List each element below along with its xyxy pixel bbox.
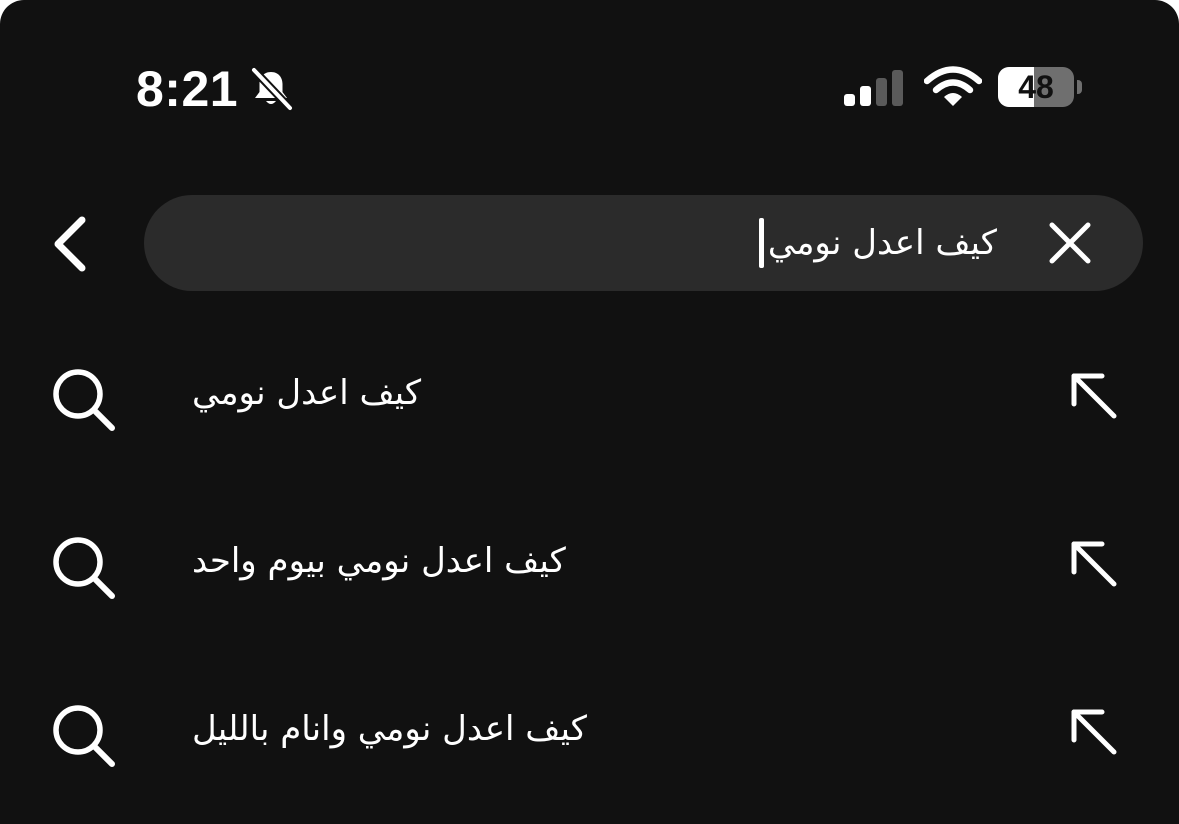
search-input[interactable]: كيف اعدل نومي (144, 195, 1143, 291)
search-icon (53, 537, 115, 599)
suggestion-text: كيف اعدل نومي (192, 373, 422, 413)
battery-indicator: 48 (998, 67, 1084, 109)
battery-percent: 48 (1018, 69, 1054, 105)
arrow-up-left-icon[interactable] (1068, 706, 1120, 758)
suggestion-text: كيف اعدل نومي بيوم واحد (192, 541, 566, 581)
suggestion-item[interactable]: كيف اعدل نومي بيوم واحد (0, 501, 1179, 621)
arrow-up-left-icon[interactable] (1068, 370, 1120, 422)
text-cursor (758, 218, 764, 268)
clear-search-button[interactable] (1044, 217, 1096, 269)
wifi-icon (924, 66, 982, 106)
arrow-up-left-icon[interactable] (1068, 538, 1120, 590)
search-query: كيف اعدل نومي (767, 223, 997, 263)
cellular-signal-icon (844, 70, 903, 106)
status-time: 8:21 (136, 61, 239, 117)
suggestion-item[interactable]: كيف اعدل نومي وانام بالليل (0, 669, 1179, 789)
search-icon (53, 369, 115, 431)
search-icon (53, 705, 115, 767)
suggestion-item[interactable]: كيف اعدل نومي (0, 333, 1179, 453)
search-input-content: كيف اعدل نومي (758, 195, 997, 291)
bell-slash-icon (250, 66, 294, 112)
battery-cap (1077, 80, 1082, 94)
close-icon (1049, 222, 1091, 264)
back-button[interactable] (38, 206, 102, 282)
status-bar: 8:21 48 (0, 0, 1179, 150)
chevron-left-icon (54, 216, 86, 272)
suggestion-text: كيف اعدل نومي وانام بالليل (192, 709, 587, 749)
search-screen: 8:21 48 كيف اعدل نومي كيف اعدل نومي كيف … (0, 0, 1179, 824)
battery-body: 48 (998, 67, 1074, 107)
